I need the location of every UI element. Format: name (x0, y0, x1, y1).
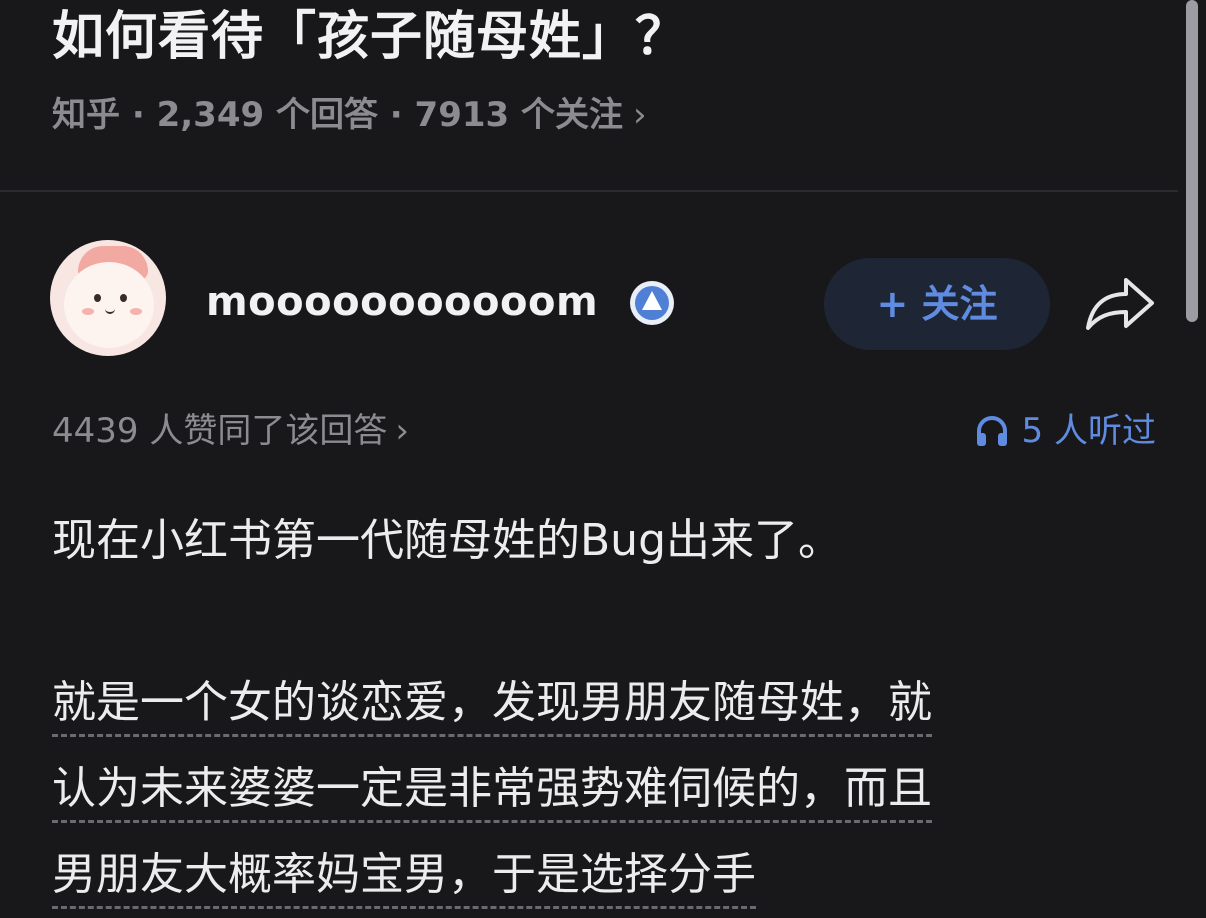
avatar-eye (94, 294, 101, 302)
verified-badge-icon (630, 281, 674, 325)
avatar-face (64, 262, 154, 348)
chevron-right-icon: › (395, 411, 409, 451)
avatar[interactable] (50, 240, 166, 356)
question-stats: 知乎 · 2,349 个回答 · 7913 个关注 (52, 95, 624, 135)
question-header: 如何看待「孩子随母姓」？ 知乎 · 2,349 个回答 · 7913 个关注 › (0, 0, 1178, 190)
follow-button[interactable]: + 关注 (824, 258, 1050, 350)
author-name[interactable]: mooooooooooom (206, 274, 598, 330)
answer-paragraph-highlighted[interactable]: 就是一个女的谈恋爱，发现男朋友随母姓，就 认为未来婆婆一定是非常强势难伺候的，而… (52, 660, 1152, 918)
question-title[interactable]: 如何看待「孩子随母姓」？ (52, 2, 688, 72)
likes-count[interactable]: 4439 人赞同了该回答 › (52, 406, 409, 456)
likes-text: 4439 人赞同了该回答 (52, 411, 388, 451)
listened-text: 5 人听过 (1021, 411, 1156, 451)
chevron-right-icon: › (633, 95, 647, 135)
answer-line: 男朋友大概率妈宝男，于是选择分手 (52, 832, 1152, 918)
highlighted-text[interactable]: 认为未来婆婆一定是非常强势难伺候的，而且 (52, 763, 932, 823)
question-meta[interactable]: 知乎 · 2,349 个回答 · 7913 个关注 › (52, 90, 647, 140)
answer-paragraph: 现在小红书第一代随母姓的Bug出来了。 (52, 515, 843, 566)
avatar-eye (120, 294, 127, 302)
share-icon[interactable] (1082, 270, 1158, 336)
highlighted-text[interactable]: 男朋友大概率妈宝男，于是选择分手 (52, 849, 756, 909)
headphones-icon (976, 416, 1007, 446)
scrollbar[interactable] (1186, 0, 1198, 322)
answer-line: 就是一个女的谈恋爱，发现男朋友随母姓，就 (52, 660, 1152, 746)
avatar-blush (130, 308, 142, 315)
answer-line: 认为未来婆婆一定是非常强势难伺候的，而且 (52, 746, 1152, 832)
highlighted-text[interactable]: 就是一个女的谈恋爱，发现男朋友随母姓，就 (52, 677, 932, 737)
divider (0, 190, 1178, 192)
listened-count[interactable]: 5 人听过 (974, 406, 1156, 456)
avatar-blush (82, 308, 94, 315)
